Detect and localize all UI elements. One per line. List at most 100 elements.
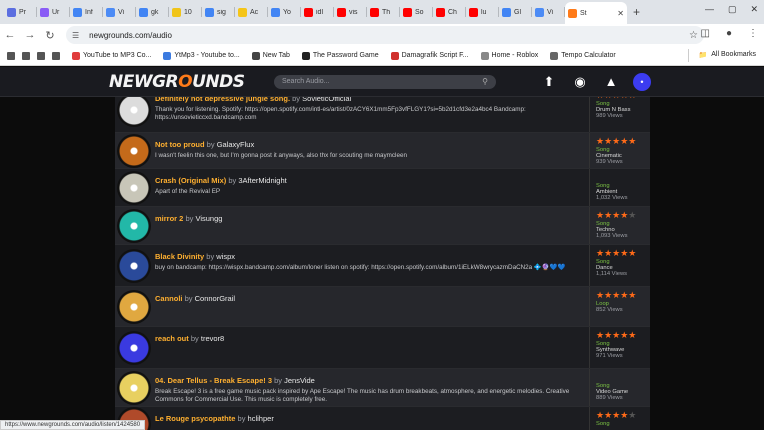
track-title-line[interactable]: Not too proud by GalaxyFlux	[155, 140, 587, 149]
track-title-line[interactable]: reach out by trevor8	[155, 334, 587, 343]
track-title-line[interactable]: Le Rouge psycopathte by hclihper	[155, 414, 587, 423]
track-author[interactable]: trevor8	[201, 334, 224, 343]
audio-list-item[interactable]: Crash (Original Mix) by 3AfterMidnight Ap…	[115, 169, 650, 207]
track-title[interactable]: Cannoli	[155, 294, 183, 303]
track-artwork[interactable]	[117, 249, 151, 283]
bookmark-item[interactable]: Damagrafik Script F...	[390, 51, 469, 60]
notifications-icon[interactable]: ◉	[571, 73, 589, 91]
browser-tab-active[interactable]: St ✕	[565, 2, 627, 24]
reload-icon[interactable]: ↻	[40, 29, 60, 42]
bookmark-item[interactable]: Tempo Calculator	[550, 51, 616, 60]
extensions-icon[interactable]: ◫	[701, 28, 710, 39]
track-author[interactable]: Visungg	[195, 214, 222, 223]
bookmark-item[interactable]: New Tab	[251, 51, 290, 60]
browser-tab[interactable]: Vi	[103, 2, 136, 22]
browser-tab[interactable]: lu	[466, 2, 499, 22]
track-artwork[interactable]	[117, 371, 151, 405]
track-author[interactable]: ConnorGrail	[195, 294, 235, 303]
grid-icon[interactable]	[52, 51, 60, 60]
audio-list-item[interactable]: mirror 2 by Visungg ★★★★★ Song Techno 1,093 …	[115, 207, 650, 245]
track-artwork[interactable]	[117, 171, 151, 205]
upload-icon[interactable]: ⬆	[540, 73, 558, 91]
feed-icon[interactable]: ▲	[602, 73, 620, 91]
browser-tab[interactable]: sig	[202, 2, 235, 22]
maximize-icon[interactable]: ▢	[728, 4, 737, 15]
audio-list-item[interactable]: Definitely not depressive jungle song. b…	[115, 97, 650, 133]
browser-tab[interactable]: idl	[301, 2, 334, 22]
tab-title: sig	[217, 8, 226, 16]
track-artwork[interactable]	[117, 134, 151, 168]
bookmark-item[interactable]: The Password Game	[301, 51, 379, 60]
track-title[interactable]: Crash (Original Mix)	[155, 176, 226, 185]
site-info-icon[interactable]: ☰	[72, 31, 79, 40]
track-author[interactable]: hclihper	[248, 414, 274, 423]
track-artwork[interactable]	[117, 290, 151, 324]
all-bookmarks-button[interactable]: 📁 All Bookmarks	[699, 51, 756, 59]
browser-tab[interactable]: Inf	[70, 2, 103, 22]
bookmark-icon[interactable]	[37, 51, 45, 60]
track-title-line[interactable]: Cannoli by ConnorGrail	[155, 294, 587, 303]
audio-list-item[interactable]: Le Rouge psycopathte by hclihper ★★★★★ Son…	[115, 407, 650, 430]
track-author[interactable]: JensVide	[284, 376, 315, 385]
track-title-line[interactable]: 04. Dear Tellus - Break Escape! 3 by Jen…	[155, 376, 587, 385]
profile-icon[interactable]: ●	[726, 28, 732, 39]
address-bar[interactable]: ☰ newgrounds.com/audio ☆	[66, 26, 704, 44]
minimize-icon[interactable]: —	[705, 4, 714, 15]
track-artwork[interactable]	[117, 331, 151, 365]
menu-icon[interactable]: ⋮	[748, 28, 758, 39]
audio-list-item[interactable]: Black Divinity by wispx buy on bandcamp: …	[115, 245, 650, 287]
audio-list-item[interactable]: Not too proud by GalaxyFlux I wasn't feel…	[115, 133, 650, 169]
browser-tab[interactable]: 10	[169, 2, 202, 22]
browser-tab[interactable]: vis	[334, 2, 367, 22]
audio-list-item[interactable]: Cannoli by ConnorGrail ★★★★★ Loop 852 Views	[115, 287, 650, 327]
browser-tab[interactable]: Vi	[532, 2, 565, 22]
forward-icon[interactable]: →	[20, 29, 40, 41]
bookmark-star-icon[interactable]: ☆	[689, 30, 698, 41]
close-tab-icon[interactable]: ✕	[617, 9, 624, 18]
track-title[interactable]: 04. Dear Tellus - Break Escape! 3	[155, 376, 272, 385]
track-title-line[interactable]: Crash (Original Mix) by 3AfterMidnight	[155, 176, 587, 185]
browser-tab[interactable]: Ur	[37, 2, 70, 22]
rating-stars: ★★★★★	[596, 290, 637, 300]
rating-stars	[596, 372, 650, 382]
browser-tab[interactable]: Yo	[268, 2, 301, 22]
search-input[interactable]: Search Audio... ⚲	[274, 75, 496, 89]
track-title-line[interactable]: mirror 2 by Visungg	[155, 214, 587, 223]
track-artwork[interactable]	[117, 209, 151, 243]
track-title[interactable]: Black Divinity	[155, 252, 204, 261]
browser-tab[interactable]: Gl	[499, 2, 532, 22]
track-title-line[interactable]: Definitely not depressive jungle song. b…	[155, 97, 587, 103]
new-tab-button[interactable]: +	[633, 5, 640, 19]
track-views: 1,093 Views	[596, 233, 628, 239]
browser-tab[interactable]: gk	[136, 2, 169, 22]
track-title[interactable]: Definitely not depressive jungle song.	[155, 97, 290, 103]
track-title[interactable]: Not too proud	[155, 140, 205, 149]
back-icon[interactable]: ←	[0, 29, 20, 41]
track-title[interactable]: Le Rouge psycopathte	[155, 414, 235, 423]
search-icon[interactable]: ⚲	[482, 75, 488, 89]
user-avatar[interactable]: •	[633, 73, 651, 91]
close-window-icon[interactable]: ✕	[750, 4, 758, 15]
track-artwork[interactable]	[117, 97, 151, 127]
audio-list-item[interactable]: 04. Dear Tellus - Break Escape! 3 by Jen…	[115, 369, 650, 407]
address-url: newgrounds.com/audio	[89, 30, 172, 40]
track-author[interactable]: SovieticOfficial	[302, 97, 351, 103]
browser-tab[interactable]: Pr	[4, 2, 37, 22]
track-title-line[interactable]: Black Divinity by wispx	[155, 252, 587, 261]
apps-icon[interactable]	[7, 51, 15, 60]
newgrounds-logo[interactable]: NEWGROUNDS	[109, 72, 245, 92]
bookmark-item[interactable]: YouTube to MP3 Co...	[72, 51, 151, 60]
audio-list-item[interactable]: reach out by trevor8 ★★★★★ Song Synthwave 97…	[115, 327, 650, 369]
browser-tab[interactable]: So	[400, 2, 433, 22]
track-author[interactable]: 3AfterMidnight	[238, 176, 286, 185]
bookmark-item[interactable]: YtMp3 - Youtube to...	[163, 51, 240, 60]
browser-tab[interactable]: Ac	[235, 2, 268, 22]
track-author[interactable]: wispx	[216, 252, 235, 261]
bookmark-item[interactable]: Home - Roblox	[480, 51, 538, 60]
browser-tab[interactable]: Ch	[433, 2, 466, 22]
bookmark-icon[interactable]	[22, 51, 30, 60]
track-title[interactable]: mirror 2	[155, 214, 183, 223]
browser-tab[interactable]: Th	[367, 2, 400, 22]
track-title[interactable]: reach out	[155, 334, 189, 343]
track-author[interactable]: GalaxyFlux	[217, 140, 255, 149]
